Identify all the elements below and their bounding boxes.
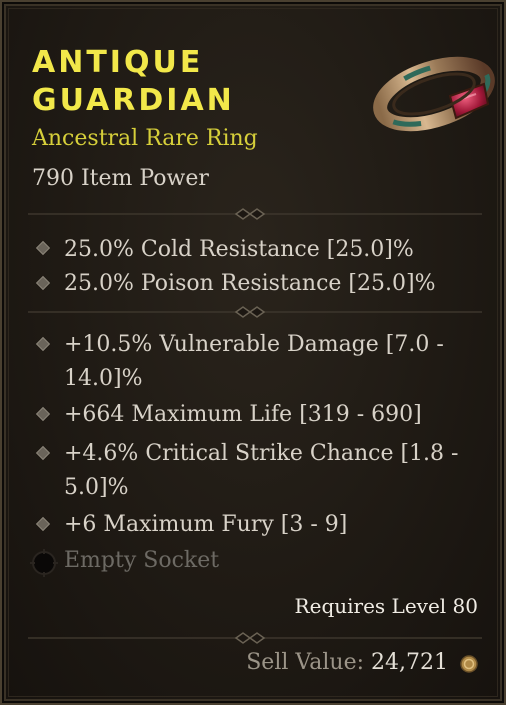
item-name: ANTIQUE GUARDIAN (32, 44, 332, 120)
affix: +6 Maximum Fury [3 - 9] (64, 508, 464, 542)
empty-socket-icon (30, 549, 58, 577)
affix-text: 5.0]% (64, 475, 129, 500)
affix-text: +10.5% Vulnerable Damage [7.0 - (64, 332, 444, 357)
affix-text: +6 Maximum Fury [3 - 9] (64, 512, 348, 537)
item-power: 790 Item Power (32, 166, 209, 191)
sell-value: Sell Value: 24,721 (246, 650, 448, 675)
affix: +664 Maximum Life [319 - 690] (64, 398, 464, 432)
divider (28, 208, 482, 220)
divider (28, 632, 482, 644)
sell-amount: 24,721 (371, 650, 448, 675)
affix-text: +4.6% Critical Strike Chance [1.8 - (64, 441, 459, 466)
affix-text: 14.0]% (64, 366, 143, 391)
item-name-line1: ANTIQUE (32, 45, 204, 80)
item-type: Ancestral Rare Ring (32, 126, 258, 151)
affix-text: +664 Maximum Life [319 - 690] (64, 402, 422, 427)
divider (28, 306, 482, 318)
implicit-affix: 25.0% Poison Resistance [25.0]% (64, 271, 436, 296)
implicit-affix: 25.0% Cold Resistance [25.0]% (64, 237, 414, 262)
sell-label: Sell Value: (246, 650, 365, 675)
level-requirement: Requires Level 80 (294, 594, 478, 618)
affix: +4.6% Critical Strike Chance [1.8 - 5.0]… (64, 437, 464, 505)
ring-icon (373, 56, 495, 132)
socket-label: Empty Socket (64, 548, 220, 573)
item-tooltip: ANTIQUE GUARDIAN Ancestral Rare Ring 790… (0, 0, 506, 705)
item-name-line2: GUARDIAN (32, 83, 235, 118)
gold-coin-icon (460, 655, 478, 673)
affix: +10.5% Vulnerable Damage [7.0 - 14.0]% (64, 328, 464, 396)
